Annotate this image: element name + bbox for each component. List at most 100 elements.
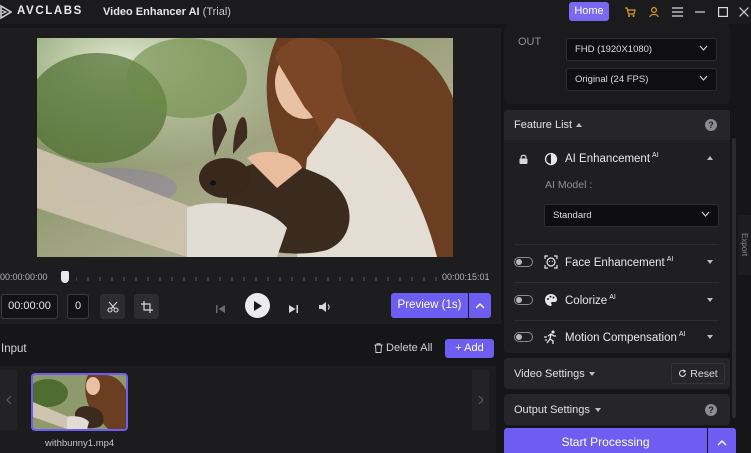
scroll-left-button[interactable] (0, 370, 17, 430)
app-window: AVCLABS Video Enhancer AI (Trial) Home 0… (0, 0, 751, 453)
maximize-icon[interactable] (715, 4, 731, 20)
ai-enhancement-section: AI Enhancement AI AI Model : Standard (504, 142, 730, 242)
video-settings-header[interactable]: Video Settings Reset (504, 358, 730, 389)
contrast-icon (544, 152, 558, 166)
file-thumbnail[interactable] (31, 373, 128, 431)
resolution-select[interactable]: FHD (1920X1080) (566, 38, 717, 61)
caret-down-icon[interactable] (707, 298, 713, 302)
timeline-ticks (76, 277, 437, 281)
timeline-start-time: 00:00:00:00 (0, 272, 48, 282)
reset-label: Reset (690, 367, 718, 380)
previous-frame-icon[interactable] (216, 301, 226, 319)
timeline[interactable]: 00:00:00:00 00:00:15:01 (0, 268, 501, 288)
feature-motion-compensation: Motion Compensation AI (504, 320, 730, 356)
cut-button[interactable] (100, 294, 125, 319)
plus-icon: + (455, 342, 465, 354)
caret-down-icon[interactable] (707, 335, 713, 339)
brand-name: AVCLABS (17, 5, 83, 17)
ai-model-value: Standard (553, 210, 592, 221)
app-title: Video Enhancer AI (Trial) (103, 6, 231, 18)
avclabs-logo-icon (0, 4, 12, 20)
ai-badge: AI (609, 294, 616, 301)
ai-model-label: AI Model : (545, 179, 593, 191)
output-settings-header[interactable]: Output Settings ? (504, 394, 730, 425)
next-frame-icon[interactable] (288, 301, 298, 319)
motion-compensation-text: Motion Compensation (565, 331, 677, 344)
current-time-field[interactable]: 00:00:00 (1, 294, 58, 319)
start-processing-button[interactable]: Start Processing (504, 428, 707, 453)
resolution-value: FHD (1920X1080) (575, 44, 653, 55)
minimize-icon[interactable] (692, 4, 708, 20)
file-list: withbunny1.mp4 (0, 366, 496, 453)
chevron-up-icon (475, 302, 485, 308)
settings-scrollbar[interactable] (732, 138, 736, 418)
running-icon (544, 330, 556, 344)
caret-down-icon[interactable] (707, 260, 713, 264)
frame-rate-select[interactable]: Original (24 FPS) (566, 68, 717, 91)
frame-field[interactable]: 0 (67, 294, 89, 319)
chevron-down-icon (699, 75, 708, 81)
delete-all-button[interactable]: Delete All (374, 342, 432, 354)
motion-compensation-toggle[interactable] (514, 332, 533, 342)
menu-icon[interactable] (669, 4, 685, 20)
ai-model-select[interactable]: Standard (544, 204, 719, 227)
chevron-left-icon (5, 395, 11, 405)
trash-icon (374, 343, 383, 353)
close-icon[interactable] (736, 4, 751, 20)
play-button[interactable] (245, 293, 270, 318)
caret-up-icon (576, 123, 582, 127)
colorize-toggle[interactable] (514, 295, 533, 305)
feature-colorize: Colorize AI (504, 283, 730, 319)
file-name: withbunny1.mp4 (45, 438, 115, 449)
chevron-right-icon (478, 395, 484, 405)
chevron-down-icon (701, 211, 710, 217)
ai-enhancement-label: AI Enhancement AI (565, 152, 659, 165)
out-label: OUT (518, 36, 542, 48)
timeline-end-time: 00:00:15:01 (442, 272, 490, 282)
preview-button[interactable]: Preview (1s) (391, 293, 468, 318)
home-button[interactable]: Home (569, 2, 609, 21)
face-enhancement-toggle[interactable] (514, 257, 533, 267)
video-settings-title: Video Settings (514, 368, 585, 380)
face-icon (544, 255, 558, 269)
palette-icon (545, 294, 557, 306)
user-icon[interactable] (646, 4, 662, 20)
lock-icon (519, 154, 528, 164)
title-bar: AVCLABS Video Enhancer AI (Trial) Home (0, 0, 751, 24)
chevron-up-icon (717, 439, 727, 445)
ai-badge: AI (666, 256, 674, 263)
delete-all-label: Delete All (386, 342, 433, 354)
caret-up-icon[interactable] (707, 156, 713, 160)
feature-face-enhancement: Face Enhancement AI (504, 245, 730, 281)
playback-controls: 00:00:00 0 Preview (1s) (0, 292, 501, 322)
crop-button[interactable] (134, 294, 159, 319)
feature-list-card: Feature List ? AI Enhancement AI AI Model… (504, 110, 730, 353)
output-settings-title: Output Settings (514, 404, 590, 416)
help-icon[interactable]: ? (705, 119, 717, 131)
volume-icon[interactable] (319, 300, 332, 318)
add-label: Add (464, 342, 484, 354)
reset-button[interactable]: Reset (671, 363, 725, 384)
face-enhancement-label: Face Enhancement AI (565, 256, 673, 269)
video-frame (37, 38, 453, 257)
edition-label: (Trial) (202, 6, 231, 18)
input-label: Input (1, 343, 27, 355)
cart-icon[interactable] (622, 4, 638, 20)
ai-badge: AI (652, 152, 659, 159)
ai-enhancement-text: AI Enhancement (565, 152, 651, 165)
colorize-label: Colorize AI (565, 294, 616, 307)
export-tab[interactable]: Export (738, 215, 751, 275)
crop-icon (140, 300, 153, 313)
add-button[interactable]: + Add (445, 339, 494, 358)
feature-list-title: Feature List (514, 119, 573, 131)
scroll-right-button[interactable] (472, 370, 489, 430)
playhead[interactable] (61, 271, 69, 283)
feature-list-header[interactable]: Feature List ? (504, 110, 730, 140)
preview-options-button[interactable] (469, 293, 491, 318)
start-options-button[interactable] (708, 428, 736, 453)
scissors-icon (106, 301, 119, 313)
help-icon[interactable]: ? (705, 404, 717, 416)
play-icon (254, 300, 262, 311)
caret-down-icon (595, 408, 601, 412)
colorize-text: Colorize (565, 294, 608, 307)
